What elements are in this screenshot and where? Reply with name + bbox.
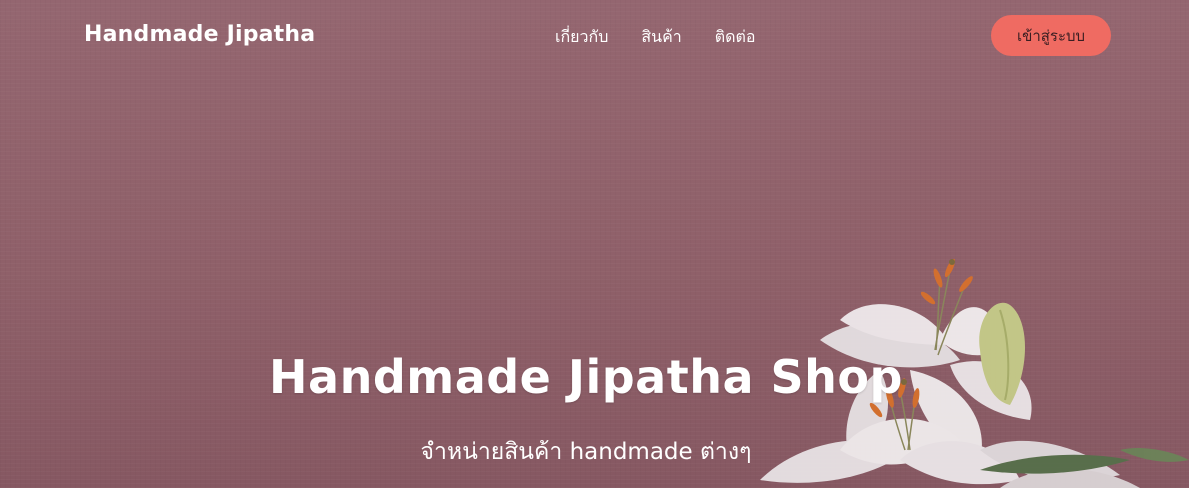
hero-title: Handmade Jipatha Shop: [269, 350, 903, 404]
hero-subtitle: จำหน่ายสินค้า handmade ต่างๆ: [420, 439, 752, 465]
login-button[interactable]: เข้าสู่ระบบ: [991, 15, 1111, 56]
brand-logo[interactable]: Handmade Jipatha: [84, 22, 315, 47]
nav-link-contact[interactable]: ติดต่อ: [715, 25, 756, 50]
nav-links: เกี่ยวกับ สินค้า ติดต่อ: [555, 25, 756, 50]
nav-link-products[interactable]: สินค้า: [641, 25, 681, 50]
navbar: Handmade Jipatha เกี่ยวกับ สินค้า ติดต่อ…: [0, 0, 1189, 72]
nav-link-about[interactable]: เกี่ยวกับ: [555, 25, 608, 50]
